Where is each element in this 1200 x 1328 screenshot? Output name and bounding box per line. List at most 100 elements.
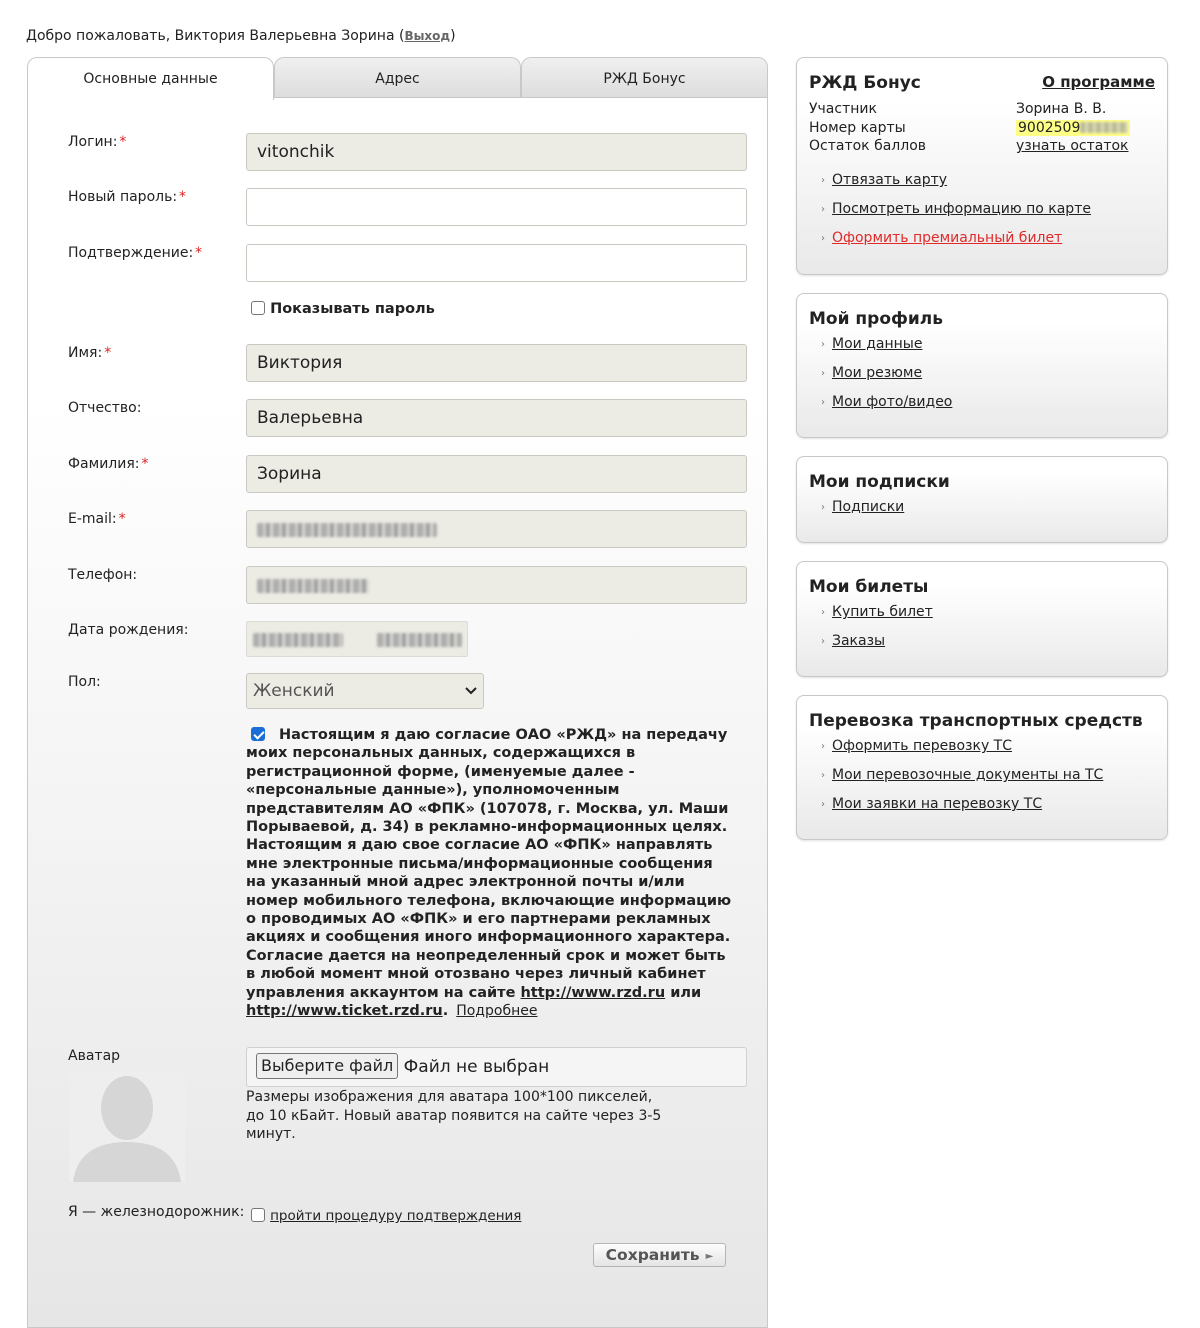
buy-ticket-link[interactable]: Купить билет bbox=[832, 604, 933, 620]
bullet-arrow-icon: › bbox=[821, 339, 825, 350]
my-profile-title: Мой профиль bbox=[809, 309, 943, 329]
save-label: Сохранить bbox=[605, 1246, 700, 1264]
vehicle-transport-title: Перевозка транспортных средств bbox=[809, 711, 1143, 731]
birth-date-label: Дата рождения: bbox=[68, 622, 189, 638]
login-label: Логин: * bbox=[68, 134, 127, 150]
list-item: › Мои резюме bbox=[821, 365, 952, 394]
login-input[interactable]: vitonchik bbox=[246, 133, 747, 171]
rzd-bonus-title: РЖД Бонус bbox=[809, 73, 921, 93]
consent-checkbox[interactable] bbox=[251, 727, 265, 741]
subscription-links: › Подписки bbox=[821, 499, 904, 528]
patronymic-input[interactable]: Валерьевна bbox=[246, 399, 747, 437]
tab-main-data[interactable]: Основные данные bbox=[27, 57, 274, 100]
bullet-arrow-icon: › bbox=[821, 636, 825, 647]
choose-file-button[interactable]: Выберите файл bbox=[256, 1053, 399, 1079]
phone-input[interactable] bbox=[246, 566, 747, 604]
blurred-value bbox=[377, 633, 462, 647]
show-password-row: Показывать пароль bbox=[251, 301, 435, 317]
logout-link[interactable]: Выход bbox=[404, 29, 450, 43]
railway-confirm-link[interactable]: пройти процедуру подтверждения bbox=[270, 1208, 521, 1224]
list-item: › Заказы bbox=[821, 633, 933, 662]
ticket-rzd-link[interactable]: http://www.ticket.rzd.ru bbox=[246, 1003, 443, 1019]
transport-requests-link[interactable]: Мои заявки на перевозку ТС bbox=[832, 796, 1042, 812]
welcome-bar: Добро пожаловать, Виктория Валерьевна Зо… bbox=[26, 28, 456, 44]
new-password-input[interactable] bbox=[246, 188, 747, 226]
bullet-arrow-icon: › bbox=[821, 233, 825, 244]
gender-select[interactable]: Женский bbox=[246, 673, 484, 709]
my-resumes-link[interactable]: Мои резюме bbox=[832, 365, 922, 381]
last-name-input[interactable]: Зорина bbox=[246, 455, 747, 493]
bullet-arrow-icon: › bbox=[821, 368, 825, 379]
subscriptions-link[interactable]: Подписки bbox=[832, 499, 904, 515]
confirm-password-input[interactable] bbox=[246, 244, 747, 282]
balance-label: Остаток баллов bbox=[809, 138, 927, 154]
first-name-label: Имя: * bbox=[68, 345, 112, 361]
blurred-value bbox=[253, 633, 343, 647]
required-mark: * bbox=[141, 456, 149, 472]
member-value: Зорина В. В. bbox=[1016, 101, 1107, 117]
new-password-label: Новый пароль: * bbox=[68, 189, 187, 205]
list-item: › Отвязать карту bbox=[821, 172, 1091, 201]
card-number: 9002509 bbox=[1016, 119, 1131, 138]
avatar-file-input[interactable]: Выберите файл Файл не выбран bbox=[246, 1047, 747, 1087]
gender-value: Женский bbox=[253, 681, 335, 701]
email-input[interactable] bbox=[246, 510, 747, 548]
consent-more-link[interactable]: Подробнее bbox=[456, 1003, 537, 1019]
card-label: Номер карты bbox=[809, 119, 906, 136]
premium-ticket-link[interactable]: Оформить премиальный билет bbox=[832, 230, 1062, 246]
birth-date-input[interactable] bbox=[246, 621, 468, 657]
transport-documents-link[interactable]: Мои перевозочные документы на ТС bbox=[832, 767, 1103, 783]
required-mark: * bbox=[179, 189, 187, 205]
bullet-arrow-icon: › bbox=[821, 502, 825, 513]
my-profile-box: Мой профиль › Мои данные › Мои резюме › Мои… bbox=[796, 293, 1168, 438]
rzd-bonus-box: РЖД Бонус О программе Участник Зорина В.… bbox=[796, 57, 1168, 275]
railway-label: Я — железнодорожник: bbox=[68, 1204, 245, 1220]
email-label: E-mail: * bbox=[68, 511, 126, 527]
consent-text: Настоящим я даю согласие ОАО «РЖД» на пе… bbox=[246, 727, 732, 1001]
required-mark: * bbox=[195, 245, 203, 261]
my-media-link[interactable]: Мои фото/видео bbox=[832, 394, 952, 410]
avatar-hint: Размеры изображения для аватара 100*100 … bbox=[246, 1089, 662, 1142]
list-item: › Мои фото/видео bbox=[821, 394, 952, 423]
list-item: › Оформить перевозку ТС bbox=[821, 738, 1103, 767]
check-balance-link[interactable]: узнать остаток bbox=[1016, 137, 1129, 156]
bullet-arrow-icon: › bbox=[821, 741, 825, 752]
member-label: Участник bbox=[809, 101, 877, 117]
my-tickets-title: Мои билеты bbox=[809, 577, 929, 597]
railway-checkbox[interactable] bbox=[251, 1208, 265, 1222]
my-data-link[interactable]: Мои данные bbox=[832, 336, 922, 352]
patronymic-label: Отчество: bbox=[68, 400, 142, 416]
my-subscriptions-box: Мои подписки › Подписки bbox=[796, 456, 1168, 543]
orders-link[interactable]: Заказы bbox=[832, 633, 885, 649]
bullet-arrow-icon: › bbox=[821, 397, 825, 408]
unlink-card-link[interactable]: Отвязать карту bbox=[832, 172, 947, 188]
card-info-link[interactable]: Посмотреть информацию по карте bbox=[832, 201, 1091, 217]
bullet-arrow-icon: › bbox=[821, 770, 825, 781]
first-name-input[interactable]: Виктория bbox=[246, 344, 747, 382]
book-transport-link[interactable]: Оформить перевозку ТС bbox=[832, 738, 1012, 754]
gender-label: Пол: bbox=[68, 674, 101, 690]
ticket-links: › Купить билет › Заказы bbox=[821, 604, 933, 662]
arrow-right-icon: ► bbox=[705, 1251, 714, 1262]
welcome-text: Добро пожаловать, Виктория Валерьевна Зо… bbox=[26, 28, 405, 44]
consent-dot: . bbox=[442, 1003, 449, 1020]
confirm-label: Подтверждение: * bbox=[68, 245, 203, 261]
bullet-arrow-icon: › bbox=[821, 204, 825, 215]
show-password-checkbox[interactable] bbox=[251, 301, 265, 315]
chevron-down-icon bbox=[465, 674, 477, 721]
tab-rzd-bonus[interactable]: РЖД Бонус bbox=[521, 57, 768, 99]
bullet-arrow-icon: › bbox=[821, 175, 825, 186]
phone-label: Телефон: bbox=[68, 567, 138, 583]
rzd-link[interactable]: http://www.rzd.ru bbox=[520, 985, 665, 1001]
tab-address[interactable]: Адрес bbox=[274, 57, 521, 99]
bonus-links: › Отвязать карту › Посмотреть информацию п… bbox=[821, 172, 1091, 259]
railway-row: пройти процедуру подтверждения bbox=[251, 1205, 521, 1224]
my-tickets-box: Мои билеты › Купить билет › Заказы bbox=[796, 561, 1168, 677]
consent-block: Настоящим я даю согласие ОАО «РЖД» на пе… bbox=[246, 726, 736, 1021]
save-button[interactable]: Сохранить ► bbox=[593, 1243, 726, 1267]
required-mark: * bbox=[104, 345, 112, 361]
list-item: › Посмотреть информацию по карте bbox=[821, 201, 1091, 230]
welcome-close: ) bbox=[450, 28, 456, 44]
about-program-link[interactable]: О программе bbox=[1042, 73, 1155, 91]
no-file-text: Файл не выбран bbox=[403, 1057, 550, 1077]
